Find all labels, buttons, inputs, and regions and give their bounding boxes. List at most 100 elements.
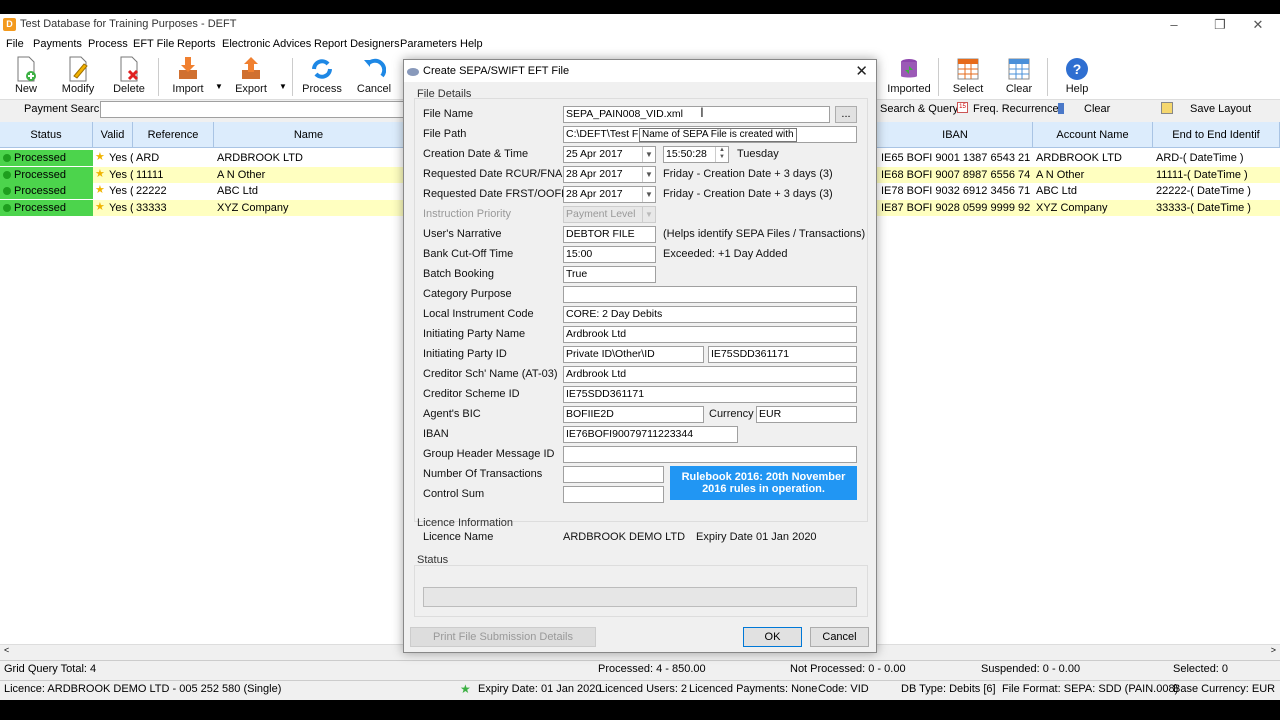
- cell-iban: IE65 BOFI 9001 1387 6543 21: [881, 152, 1031, 164]
- search-query-button[interactable]: Search & Query: [880, 103, 958, 115]
- delete-button[interactable]: Delete: [105, 54, 153, 100]
- select-button[interactable]: Select: [944, 54, 992, 100]
- cell-e2e: 33333-( DateTime ): [1156, 202, 1251, 215]
- save-layout-button[interactable]: Save Layout: [1190, 103, 1251, 115]
- export-icon: [242, 57, 260, 79]
- party-id2-input[interactable]: IE75SDD361171: [708, 346, 857, 363]
- clear-toolbar-button[interactable]: Clear: [995, 54, 1043, 100]
- scroll-left-icon[interactable]: <: [4, 645, 9, 655]
- col-name[interactable]: Name: [214, 122, 404, 148]
- batch-label: Batch Booking: [423, 268, 494, 280]
- db-type: DB Type: Debits [6]: [901, 683, 996, 695]
- new-button[interactable]: New: [2, 54, 50, 100]
- cancel-button[interactable]: Cancel: [810, 627, 869, 647]
- licenced-users: Licenced Users: 2: [599, 683, 688, 695]
- ntx-label: Number Of Transactions: [423, 468, 543, 480]
- import-button[interactable]: Import: [164, 54, 212, 100]
- group-input[interactable]: [563, 446, 857, 463]
- browse-button[interactable]: ...: [835, 106, 857, 123]
- cutoff-label: Bank Cut-Off Time: [423, 248, 514, 260]
- currency-input[interactable]: EUR: [756, 406, 857, 423]
- imported-button[interactable]: Imported: [885, 54, 933, 100]
- process-button[interactable]: Process: [298, 54, 346, 100]
- menu-parameters[interactable]: Parameters: [400, 38, 457, 50]
- iban-input[interactable]: IE76BOFI90079711223344: [563, 426, 738, 443]
- col-end-to-end[interactable]: End to End Identif: [1153, 122, 1280, 148]
- dialog-close-icon[interactable]: ✕: [855, 62, 868, 80]
- chevron-down-icon[interactable]: ▼: [642, 187, 655, 202]
- rcur-note: Friday - Creation Date + 3 days (3): [663, 168, 833, 180]
- bic-input[interactable]: BOFIIE2D: [563, 406, 704, 423]
- narrative-input[interactable]: DEBTOR FILE: [563, 226, 656, 243]
- creation-day: Tuesday: [737, 148, 779, 160]
- export-dropdown-icon[interactable]: ▼: [279, 82, 287, 91]
- narrative-note: (Helps identify SEPA Files / Transaction…: [663, 228, 866, 240]
- col-iban[interactable]: IBAN: [878, 122, 1033, 148]
- undo-icon: [364, 58, 386, 78]
- frst-date-combo[interactable]: 28 Apr 2017 ▼: [563, 186, 656, 203]
- cancel-toolbar-button[interactable]: Cancel: [350, 54, 400, 100]
- rcur-date-combo[interactable]: 28 Apr 2017 ▼: [563, 166, 656, 183]
- local-input[interactable]: CORE: 2 Day Debits: [563, 306, 857, 323]
- file-name-input[interactable]: SEPA_PAIN008_VID.xml: [563, 106, 830, 123]
- freq-recurrence-button[interactable]: Freq. Recurrence: [973, 103, 1059, 115]
- cutoff-input[interactable]: 15:00: [563, 246, 656, 263]
- scroll-right-icon[interactable]: >: [1271, 645, 1276, 655]
- menu-reports[interactable]: Reports: [177, 38, 216, 50]
- app-window: D Test Database for Training Purposes - …: [0, 14, 1280, 700]
- menu-report-designers[interactable]: Report Designers: [314, 38, 400, 50]
- cell-iban: IE68 BOFI 9007 8987 6556 74: [881, 168, 1031, 181]
- cell-ref: 33333: [136, 202, 167, 215]
- party-name-input[interactable]: Ardbrook Ltd: [563, 326, 857, 343]
- bic-label: Agent's BIC: [423, 408, 481, 420]
- text-cursor-icon: I: [700, 104, 704, 120]
- star-icon: ★: [95, 167, 105, 180]
- creditor-id-input[interactable]: IE75SDD361171: [563, 386, 857, 403]
- cell-ref: 22222: [136, 185, 167, 198]
- batch-input[interactable]: True: [563, 266, 656, 283]
- category-input[interactable]: [563, 286, 857, 303]
- ok-button[interactable]: OK: [743, 627, 802, 647]
- save-layout-icon: [1161, 102, 1173, 114]
- creation-date-combo[interactable]: 25 Apr 2017 ▼: [563, 146, 656, 163]
- chevron-down-icon[interactable]: ▼: [642, 147, 655, 162]
- clear-search-button[interactable]: Clear: [1084, 103, 1110, 115]
- menu-help[interactable]: Help: [460, 38, 483, 50]
- col-status[interactable]: Status: [0, 122, 93, 148]
- creation-label: Creation Date & Time: [423, 148, 529, 160]
- creation-time-stepper[interactable]: 15:50:28 ▲ ▼: [663, 146, 729, 163]
- menu-electronic-advices[interactable]: Electronic Advices: [222, 38, 311, 50]
- sum-input[interactable]: [563, 486, 664, 503]
- cell-name: A N Other: [217, 168, 266, 181]
- minimize-icon[interactable]: –: [1159, 16, 1189, 34]
- import-icon: [179, 57, 197, 79]
- create-sepa-dialog: Create SEPA/SWIFT EFT File ✕ File Detail…: [403, 59, 877, 653]
- close-icon[interactable]: ✕: [1243, 16, 1273, 34]
- ntx-input[interactable]: [563, 466, 664, 483]
- rulebook-banner: Rulebook 2016: 20th November 2016 rules …: [670, 466, 857, 500]
- export-button[interactable]: Export: [227, 54, 275, 100]
- spin-icon[interactable]: ▲ ▼: [715, 147, 728, 162]
- cell-e2e: 11111-( DateTime ): [1156, 168, 1248, 181]
- creditor-name-input[interactable]: Ardbrook Ltd: [563, 366, 857, 383]
- file-name-tooltip: Name of SEPA File is created with: [639, 128, 797, 142]
- help-button[interactable]: ? Help: [1053, 54, 1101, 100]
- col-account-name[interactable]: Account Name: [1033, 122, 1153, 148]
- menu-file[interactable]: File: [6, 38, 24, 50]
- cell-acct: XYZ Company: [1036, 202, 1108, 215]
- payment-search-input[interactable]: [100, 101, 405, 118]
- menu-process[interactable]: Process: [88, 38, 128, 50]
- menu-eft-file[interactable]: EFT File: [133, 38, 174, 50]
- party-id-input[interactable]: Private ID\Other\ID: [563, 346, 704, 363]
- col-reference[interactable]: Reference: [133, 122, 214, 148]
- edit-document-icon: [69, 56, 88, 82]
- col-valid[interactable]: Valid: [93, 122, 133, 148]
- cell-acct: ABC Ltd: [1036, 185, 1077, 198]
- import-dropdown-icon[interactable]: ▼: [215, 82, 223, 91]
- restore-icon[interactable]: ❐: [1205, 16, 1235, 34]
- menu-payments[interactable]: Payments: [33, 38, 82, 50]
- chevron-down-icon[interactable]: ▼: [642, 167, 655, 182]
- print-submission-button: Print File Submission Details: [410, 627, 596, 647]
- modify-button[interactable]: Modify: [54, 54, 102, 100]
- expiry-value: 01 Jan 2020: [756, 531, 817, 543]
